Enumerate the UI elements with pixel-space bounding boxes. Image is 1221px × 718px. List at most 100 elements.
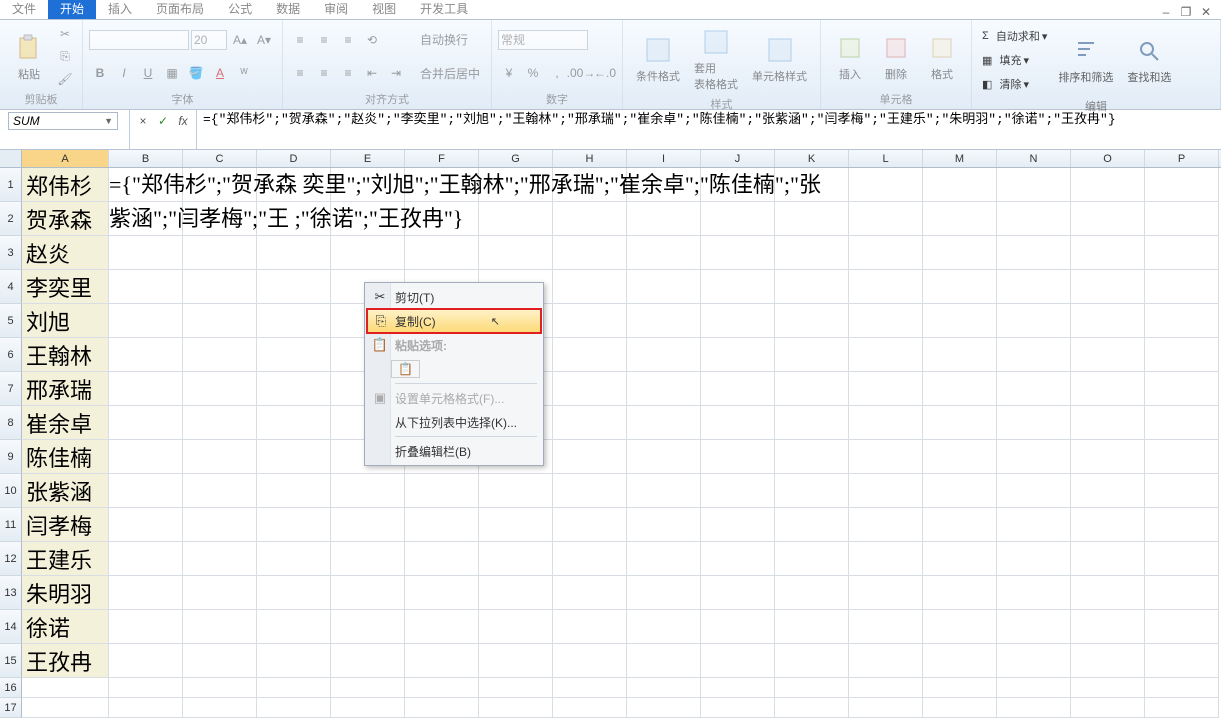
cell[interactable] — [405, 202, 479, 236]
cell[interactable] — [1071, 338, 1145, 372]
chevron-down-icon[interactable]: ▼ — [104, 116, 113, 126]
cell[interactable] — [849, 270, 923, 304]
cell[interactable] — [183, 610, 257, 644]
cell[interactable] — [405, 698, 479, 718]
cell[interactable] — [405, 576, 479, 610]
cell[interactable] — [923, 168, 997, 202]
cell[interactable] — [849, 644, 923, 678]
ctx-copy[interactable]: ⎘复制(C)↖ — [367, 309, 541, 333]
enter-formula-button[interactable]: ✓ — [154, 113, 172, 129]
align-right-icon[interactable]: ≡ — [337, 63, 359, 83]
cell[interactable] — [183, 304, 257, 338]
cell[interactable] — [331, 474, 405, 508]
cell[interactable] — [701, 304, 775, 338]
col-header[interactable]: I — [627, 150, 701, 167]
cell[interactable] — [405, 508, 479, 542]
name-box[interactable]: SUM ▼ — [8, 112, 118, 130]
cell[interactable] — [479, 168, 553, 202]
cell[interactable] — [22, 698, 109, 718]
cell[interactable]: 王翰林 — [22, 338, 109, 372]
cell[interactable] — [257, 406, 331, 440]
find-select-button[interactable]: 查找和选 — [1120, 23, 1178, 97]
cell[interactable] — [331, 168, 405, 202]
ctx-cut[interactable]: ✂剪切(T) — [367, 285, 541, 309]
cell[interactable] — [849, 610, 923, 644]
cell[interactable] — [1071, 168, 1145, 202]
cell[interactable]: 张紫涵 — [22, 474, 109, 508]
cell[interactable] — [405, 168, 479, 202]
cell[interactable] — [1071, 678, 1145, 698]
cell[interactable] — [997, 576, 1071, 610]
cell[interactable] — [553, 168, 627, 202]
minimize-icon[interactable]: – — [1157, 5, 1175, 19]
cell[interactable] — [627, 236, 701, 270]
row-header[interactable]: 4 — [0, 270, 22, 304]
col-header[interactable]: M — [923, 150, 997, 167]
indent-dec-icon[interactable]: ⇤ — [361, 63, 383, 83]
cell[interactable] — [479, 678, 553, 698]
cell[interactable]: 闫孝梅 — [22, 508, 109, 542]
cell[interactable] — [997, 202, 1071, 236]
cell[interactable] — [257, 338, 331, 372]
copy-icon[interactable]: ⎘ — [54, 46, 76, 66]
cell[interactable] — [701, 576, 775, 610]
cell[interactable] — [109, 678, 183, 698]
cell[interactable] — [1145, 644, 1219, 678]
cell[interactable] — [775, 678, 849, 698]
cell[interactable] — [849, 474, 923, 508]
cell[interactable] — [331, 644, 405, 678]
font-family-combo[interactable] — [89, 30, 189, 50]
font-size-combo[interactable] — [191, 30, 227, 50]
cell[interactable] — [627, 474, 701, 508]
cell[interactable] — [183, 270, 257, 304]
cell[interactable] — [109, 698, 183, 718]
col-header[interactable]: G — [479, 150, 553, 167]
cell[interactable]: 崔余卓 — [22, 406, 109, 440]
cell[interactable] — [553, 202, 627, 236]
cell[interactable] — [405, 542, 479, 576]
cell[interactable] — [1145, 678, 1219, 698]
cell[interactable] — [849, 406, 923, 440]
row-header[interactable]: 9 — [0, 440, 22, 474]
cell[interactable] — [997, 338, 1071, 372]
cell[interactable] — [701, 202, 775, 236]
row-header[interactable]: 10 — [0, 474, 22, 508]
percent-icon[interactable]: % — [522, 63, 544, 83]
cell[interactable] — [923, 698, 997, 718]
autosum-button[interactable]: 自动求和 — [996, 28, 1040, 44]
cell[interactable] — [997, 542, 1071, 576]
font-color-icon[interactable]: A — [209, 63, 231, 83]
cell[interactable] — [627, 542, 701, 576]
clear-button[interactable]: 清除 — [999, 76, 1021, 92]
cell[interactable] — [923, 270, 997, 304]
cell[interactable] — [627, 644, 701, 678]
cell[interactable] — [997, 236, 1071, 270]
col-header[interactable]: H — [553, 150, 627, 167]
row-header[interactable]: 15 — [0, 644, 22, 678]
cell[interactable] — [775, 474, 849, 508]
cell[interactable] — [1071, 406, 1145, 440]
select-all-corner[interactable] — [0, 150, 22, 167]
cell[interactable] — [997, 508, 1071, 542]
cell[interactable] — [849, 372, 923, 406]
cell[interactable] — [627, 168, 701, 202]
cell[interactable] — [997, 610, 1071, 644]
cell[interactable] — [109, 542, 183, 576]
cell[interactable] — [479, 542, 553, 576]
row-header[interactable]: 8 — [0, 406, 22, 440]
cell[interactable] — [923, 474, 997, 508]
cell[interactable] — [775, 698, 849, 718]
cell[interactable] — [257, 610, 331, 644]
cell[interactable] — [627, 304, 701, 338]
cell[interactable] — [1071, 698, 1145, 718]
cell[interactable] — [775, 338, 849, 372]
cell[interactable] — [257, 678, 331, 698]
indent-inc-icon[interactable]: ⇥ — [385, 63, 407, 83]
cell[interactable] — [923, 304, 997, 338]
underline-button[interactable]: U — [137, 63, 159, 83]
cell[interactable] — [1145, 610, 1219, 644]
formula-input[interactable]: ={"郑伟杉";"贺承森";"赵炎";"李奕里";"刘旭";"王翰林";"邢承瑞… — [197, 110, 1221, 149]
cell-styles-button[interactable]: 单元格样式 — [745, 23, 814, 95]
cell[interactable] — [775, 576, 849, 610]
cell[interactable] — [701, 610, 775, 644]
